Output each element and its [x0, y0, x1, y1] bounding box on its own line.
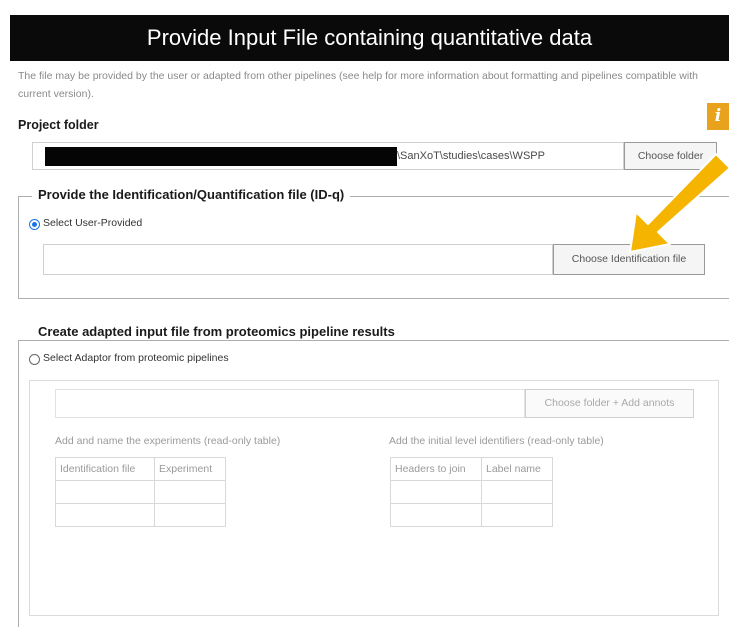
select-adaptor-label[interactable]: Select Adaptor from proteomic pipelines — [43, 352, 229, 364]
identifiers-caption: Add the initial level identifiers (read-… — [389, 435, 604, 447]
select-user-provided-label[interactable]: Select User-Provided — [43, 217, 142, 229]
table-cell — [390, 503, 482, 527]
table-row — [55, 503, 226, 527]
table-cell — [481, 480, 553, 504]
description-text: The file may be provided by the user or … — [18, 70, 698, 100]
experiments-header-cell: Identification file — [55, 457, 155, 481]
table-cell — [481, 503, 553, 527]
info-icon[interactable]: i — [707, 103, 729, 130]
experiments-header-cell: Experiment — [154, 457, 226, 481]
identifiers-header-cell: Label name — [481, 457, 553, 481]
identifiers-header-cell: Headers to join — [390, 457, 482, 481]
idq-legend: Provide the Identification/Quantificatio… — [32, 187, 351, 202]
experiments-table: Identification file Experiment — [55, 457, 226, 527]
page-title: Provide Input File containing quantitati… — [10, 15, 729, 61]
redacted-path-block — [45, 147, 397, 166]
table-row: Identification file Experiment — [55, 457, 226, 481]
choose-folder-add-annots-button[interactable]: Choose folder + Add annots — [525, 389, 694, 418]
identification-file-input[interactable] — [43, 244, 553, 275]
project-folder-path-field[interactable]: \SanXoT\studies\cases\WSPP — [32, 142, 624, 170]
table-cell — [154, 480, 226, 504]
project-folder-path-text: \SanXoT\studies\cases\WSPP — [397, 150, 545, 162]
table-row — [390, 480, 553, 504]
table-cell — [55, 480, 155, 504]
table-row — [55, 480, 226, 504]
adaptor-folder-input[interactable] — [55, 389, 525, 418]
table-cell — [390, 480, 482, 504]
table-cell — [55, 503, 155, 527]
table-cell — [154, 503, 226, 527]
annotation-arrow-icon — [629, 153, 729, 253]
adaptor-legend: Create adapted input file from proteomic… — [32, 324, 401, 339]
top-strip — [0, 0, 729, 10]
table-row — [390, 503, 553, 527]
project-folder-label: Project folder — [18, 118, 99, 132]
select-user-provided-radio[interactable] — [29, 219, 40, 230]
identifiers-table: Headers to join Label name — [390, 457, 553, 527]
experiments-caption: Add and name the experiments (read-only … — [55, 435, 281, 447]
table-row: Headers to join Label name — [390, 457, 553, 481]
select-adaptor-radio[interactable] — [29, 354, 40, 365]
